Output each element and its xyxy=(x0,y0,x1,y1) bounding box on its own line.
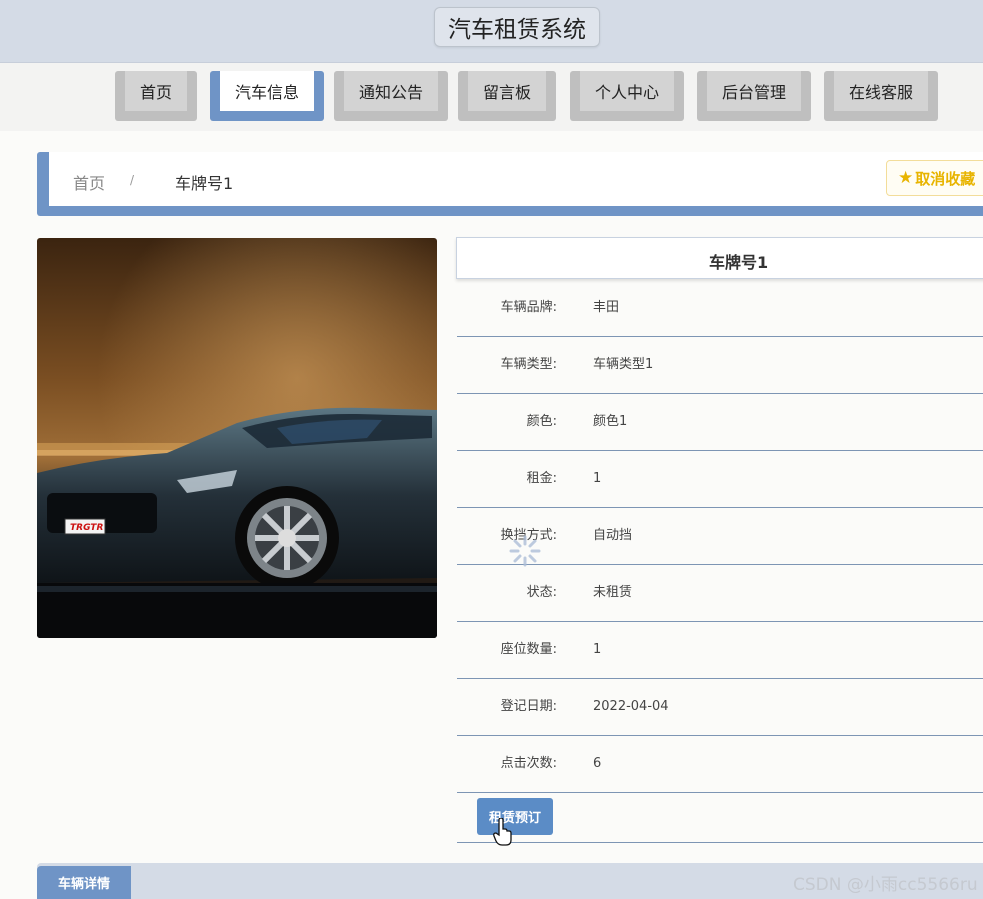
row-label: 座位数量: xyxy=(500,642,557,657)
detail-row-status: 状态: 未租赁 xyxy=(457,564,983,622)
detail-row-rent: 租金: 1 xyxy=(457,450,983,508)
breadcrumb-home-link[interactable]: 首页 xyxy=(73,170,105,194)
nav-item-label: 个人中心 xyxy=(580,71,674,111)
unfavorite-label: 取消收藏 xyxy=(915,169,976,188)
nav-item-car-info[interactable]: 汽车信息 xyxy=(210,71,324,121)
row-value: 自动挡 xyxy=(593,528,633,543)
row-label: 租金: xyxy=(526,471,557,486)
nav-item-label: 通知公告 xyxy=(344,71,438,111)
row-value: 车辆类型1 xyxy=(593,357,654,372)
nav-item-label: 汽车信息 xyxy=(220,71,314,111)
row-value: 未租赁 xyxy=(593,585,633,600)
row-label: 车辆品牌: xyxy=(500,300,557,315)
site-title: 汽车租赁系统 xyxy=(434,7,600,47)
breadcrumb-current: 车牌号1 xyxy=(175,174,234,193)
row-value: 1 xyxy=(593,642,602,657)
detail-title: 车牌号1 xyxy=(709,253,769,272)
car-photo: TRGTR xyxy=(37,238,437,638)
detail-title-box: 车牌号1 xyxy=(456,237,983,279)
breadcrumb-panel: 首页 / 车牌号1 xyxy=(49,152,983,206)
nav-item-home[interactable]: 首页 xyxy=(115,71,197,121)
detail-row-color: 颜色: 颜色1 xyxy=(457,393,983,451)
detail-row-type: 车辆类型: 车辆类型1 xyxy=(457,336,983,394)
detail-row-clicks: 点击次数: 6 xyxy=(457,735,983,793)
star-icon: ★ xyxy=(898,168,914,188)
row-value: 2022-04-04 xyxy=(593,699,669,714)
row-value: 丰田 xyxy=(593,300,620,315)
breadcrumb-separator: / xyxy=(130,173,135,187)
row-value: 颜色1 xyxy=(593,414,628,429)
unfavorite-button[interactable]: ★ 取消收藏 xyxy=(886,160,983,196)
detail-row-register-date: 登记日期: 2022-04-04 xyxy=(457,678,983,736)
nav-item-message-board[interactable]: 留言板 xyxy=(458,71,556,121)
top-header: 汽车租赁系统 xyxy=(0,0,983,63)
nav-item-notices[interactable]: 通知公告 xyxy=(334,71,448,121)
row-value: 6 xyxy=(593,756,602,771)
row-value: 1 xyxy=(593,471,602,486)
nav-item-personal-center[interactable]: 个人中心 xyxy=(570,71,684,121)
detail-row-seats: 座位数量: 1 xyxy=(457,621,983,679)
nav-item-label: 留言板 xyxy=(468,71,546,111)
nav-item-label: 在线客服 xyxy=(834,71,928,111)
breadcrumb: 首页 / 车牌号1 xyxy=(37,152,983,216)
row-label: 登记日期: xyxy=(500,699,557,714)
row-label: 颜色: xyxy=(526,414,557,429)
hand-cursor-icon xyxy=(493,818,512,846)
tab-vehicle-details[interactable]: 车辆详情 xyxy=(37,866,131,899)
loading-spinner-icon xyxy=(509,535,541,567)
nav-item-admin[interactable]: 后台管理 xyxy=(697,71,811,121)
nav-item-online-service[interactable]: 在线客服 xyxy=(824,71,938,121)
nav-item-label: 首页 xyxy=(125,71,187,111)
row-label: 状态: xyxy=(526,585,557,600)
license-plate: TRGTR xyxy=(70,523,103,533)
row-label: 车辆类型: xyxy=(500,357,557,372)
watermark: CSDN @小雨cc5566ru xyxy=(793,875,978,895)
divider xyxy=(457,842,983,843)
main-nav: 首页 汽车信息 通知公告 留言板 个人中心 后台管理 在线客服 xyxy=(0,63,983,131)
detail-row-brand: 车辆品牌: 丰田 xyxy=(457,279,983,337)
nav-item-label: 后台管理 xyxy=(707,71,801,111)
rent-reserve-button[interactable]: 租赁预订 xyxy=(477,798,553,835)
row-label: 点击次数: xyxy=(500,756,557,771)
